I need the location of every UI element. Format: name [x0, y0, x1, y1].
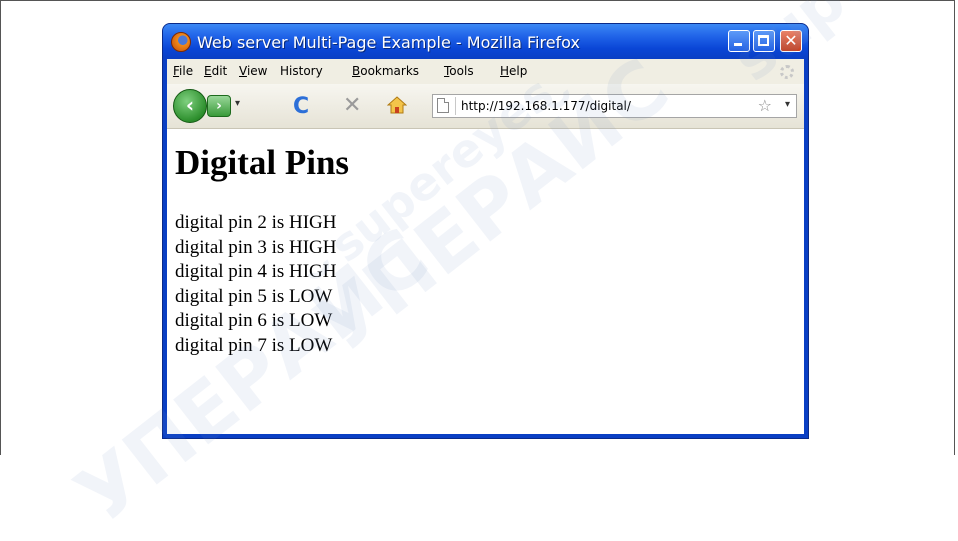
- page-icon: [437, 98, 449, 113]
- title-bar[interactable]: Web server Multi-Page Example - Mozilla …: [163, 24, 808, 59]
- pin-status: digital pin 6 is LOW: [175, 310, 333, 331]
- bookmark-star-icon[interactable]: ☆: [758, 96, 772, 115]
- minimize-icon: [729, 31, 749, 51]
- url-divider: [455, 97, 456, 115]
- menu-bar: File Edit View History Bookmarks Tools H…: [167, 59, 804, 85]
- menu-view[interactable]: View: [239, 64, 267, 78]
- url-dropdown-icon[interactable]: ▾: [785, 99, 790, 110]
- pin-status: digital pin 5 is LOW: [175, 285, 333, 307]
- menu-edit[interactable]: Edit: [204, 64, 227, 78]
- history-dropdown-icon[interactable]: ▾: [235, 98, 240, 109]
- stop-button[interactable]: ✕: [343, 93, 361, 118]
- menu-file[interactable]: File: [173, 64, 193, 78]
- back-button[interactable]: ‹: [173, 89, 207, 123]
- home-button[interactable]: [386, 96, 408, 114]
- pin-status: digital pin 4 is HIGH: [175, 261, 337, 282]
- address-bar[interactable]: http://192.168.1.177/digital/ ☆ ▾: [432, 94, 797, 118]
- firefox-icon: [171, 32, 191, 52]
- url-text[interactable]: http://192.168.1.177/digital/: [461, 99, 631, 113]
- page-heading: Digital Pins: [175, 143, 350, 182]
- minimize-button[interactable]: [728, 30, 750, 52]
- menu-history[interactable]: History: [280, 64, 323, 78]
- browser-window: Web server Multi-Page Example - Mozilla …: [163, 24, 808, 438]
- pin-status: digital pin 7 is LOW: [175, 334, 333, 356]
- page-content: Digital Pins digital pin 2 is HIGH digit…: [167, 129, 804, 434]
- throbber-icon: [780, 65, 794, 79]
- pin-status: digital pin 3 is HIGH: [175, 236, 337, 258]
- forward-button[interactable]: ›: [207, 95, 231, 117]
- maximize-icon: [754, 31, 774, 51]
- maximize-button[interactable]: [753, 30, 775, 52]
- menu-tools[interactable]: Tools: [444, 64, 474, 78]
- close-icon: ✕: [784, 31, 798, 50]
- pin-list: digital pin 2 is HIGH digital pin 3 is H…: [175, 211, 337, 358]
- menu-help[interactable]: Help: [500, 64, 527, 78]
- pin-status: digital pin 2 is HIGH: [175, 212, 337, 233]
- reload-button[interactable]: C: [293, 94, 309, 119]
- window-title: Web server Multi-Page Example - Mozilla …: [197, 33, 580, 52]
- navigation-toolbar: ‹ › ▾ C ✕ http://192.168.1.177/digital/ …: [167, 84, 804, 129]
- menu-bookmarks[interactable]: Bookmarks: [352, 64, 419, 78]
- close-button[interactable]: ✕: [780, 30, 802, 52]
- home-icon: [386, 96, 408, 114]
